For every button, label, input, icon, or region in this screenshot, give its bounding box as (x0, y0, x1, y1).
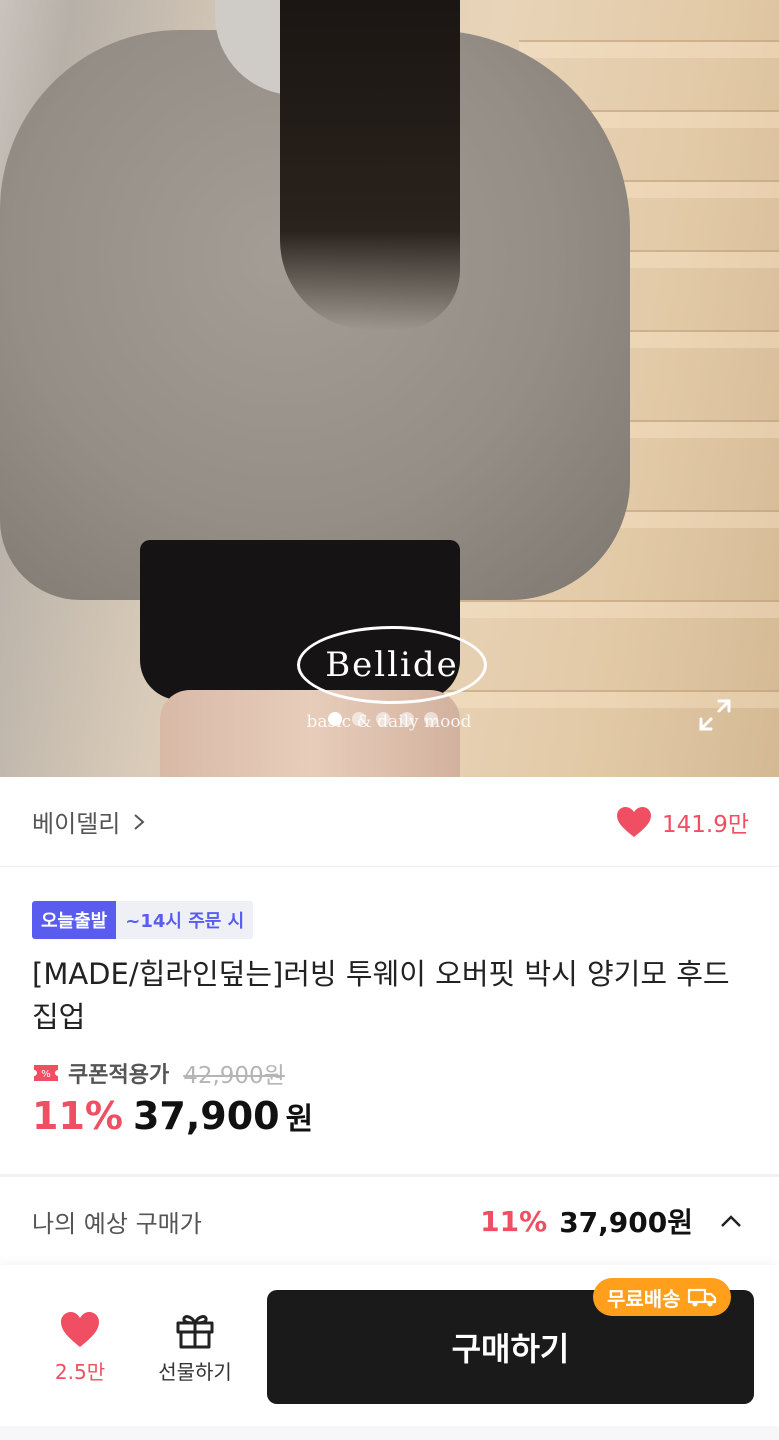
product-image-carousel[interactable]: Bellide basic & daily mood (0, 0, 779, 777)
seller-name: 베이델리 (32, 810, 121, 838)
model-hair (280, 0, 460, 330)
sale-price: 37,900 (132, 1094, 280, 1138)
gift-button[interactable]: 선물하기 (145, 1310, 245, 1385)
gift-icon (176, 1315, 214, 1349)
carousel-dot[interactable] (400, 712, 414, 726)
delivery-badges: 오늘출발 ~14시 주문 시 (32, 901, 254, 939)
estimated-discount: 11% (480, 1204, 548, 1238)
model-legs (160, 690, 460, 777)
heart-icon (61, 1312, 99, 1347)
wishlist-button[interactable]: 2.5만 (30, 1310, 130, 1385)
chevron-up-icon[interactable] (719, 1213, 743, 1229)
coupon-icon: % (34, 1065, 58, 1081)
sale-price-row: 11% 37,900 원 (32, 1094, 313, 1138)
bottom-action-bar: 2.5만 선물하기 구매하기 무료배송 (0, 1265, 779, 1440)
expand-icon[interactable] (697, 697, 733, 733)
original-price: 42,900원 (183, 1063, 285, 1089)
seller-link[interactable]: 베이델리 (32, 804, 146, 839)
carousel-indicator (328, 712, 438, 726)
carousel-dot[interactable] (352, 712, 366, 726)
chevron-right-icon (134, 813, 145, 830)
store-like-count: 141.9만 (661, 811, 749, 838)
svg-text:%: % (41, 1069, 51, 1080)
gift-label: 선물하기 (158, 1360, 232, 1384)
estimated-price-label: 나의 예상 구매가 (32, 1209, 202, 1238)
stair-step (519, 40, 779, 58)
carousel-dot[interactable] (328, 712, 342, 726)
coupon-price-row: % 쿠폰적용가 42,900원 (32, 1056, 285, 1090)
discount-rate: 11% (32, 1094, 123, 1138)
currency-unit: 원 (285, 1102, 314, 1137)
seller-row: 베이델리 141.9만 (0, 777, 779, 867)
wishlist-count: 2.5만 (54, 1360, 106, 1384)
heart-icon (616, 806, 651, 837)
free-shipping-badge: 무료배송 (593, 1278, 731, 1316)
stair-step (439, 600, 779, 618)
estimated-price: 37,900원 (559, 1206, 693, 1239)
brand-logo-text: Bellide (325, 645, 459, 685)
estimated-price-values: 11% 37,900원 (480, 1201, 743, 1241)
carousel-dot[interactable] (424, 712, 438, 726)
coupon-label: 쿠폰적용가 (68, 1063, 170, 1088)
store-like-button[interactable]: 141.9만 (616, 805, 749, 839)
today-ship-badge: 오늘출발 (32, 901, 117, 939)
free-shipping-label: 무료배송 (607, 1286, 681, 1311)
home-indicator-area (0, 1426, 779, 1440)
carousel-dot[interactable] (376, 712, 390, 726)
estimated-price-toggle[interactable]: 나의 예상 구매가 11% 37,900원 (0, 1177, 779, 1265)
product-title: [MADE/힙라인덮는]러빙 투웨이 오버핏 박시 양기모 후드집업 (32, 957, 730, 1034)
order-cutoff-badge: ~14시 주문 시 (116, 901, 254, 939)
brand-logo: Bellide (297, 626, 487, 704)
truck-icon (687, 1288, 716, 1307)
